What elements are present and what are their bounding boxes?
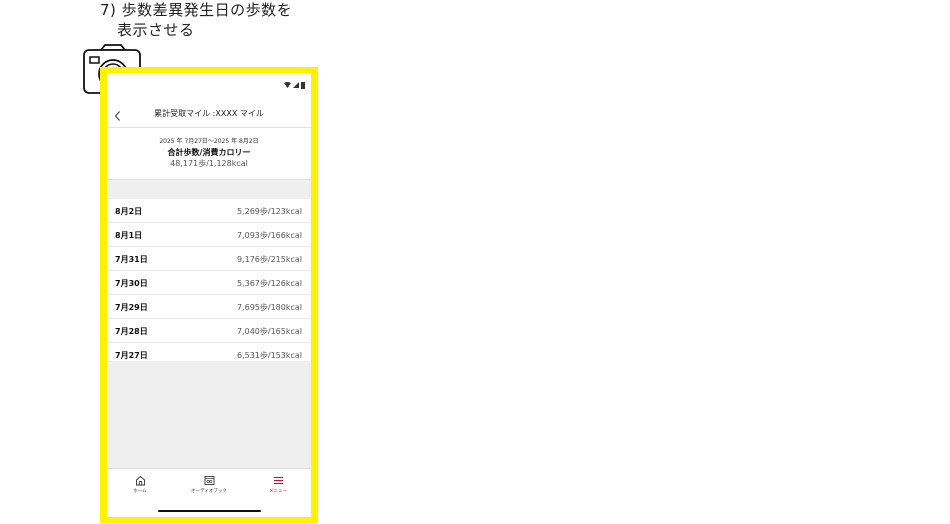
row-value: 7,093歩/166kcal <box>236 231 302 240</box>
row-date: 7月30日 <box>115 279 148 288</box>
tab-menu-label: メニュー <box>269 489 287 494</box>
row-value: 9,176歩/215kcal <box>236 255 302 264</box>
phone-screen: 累計受取マイル :XXXX マイル 2025 年 7月27日～2025 年 8月… <box>107 73 311 517</box>
page-title: 累計受取マイル :XXXX マイル <box>154 109 264 118</box>
list-item: 7月29日 7,695歩/180kcal <box>107 295 311 319</box>
empty-area <box>107 361 311 468</box>
home-icon <box>135 475 145 486</box>
tab-home[interactable]: ホーム <box>110 475 170 494</box>
row-value: 5,269歩/123kcal <box>236 207 302 216</box>
row-date: 7月27日 <box>115 351 148 360</box>
row-date: 8月1日 <box>115 231 143 240</box>
tab-audiobook-label: オーディオブック <box>191 489 227 494</box>
row-value: 6,531歩/153kcal <box>236 351 302 360</box>
summary-label: 合計歩数/消費カロリー <box>167 148 251 157</box>
tab-home-label: ホーム <box>133 489 147 494</box>
list-item: 8月1日 7,093歩/166kcal <box>107 223 311 247</box>
wifi-icon <box>284 82 291 88</box>
tab-audiobook[interactable]: オーディオブック <box>179 475 239 494</box>
menu-icon <box>273 476 283 485</box>
row-value: 7,695歩/180kcal <box>236 303 302 312</box>
row-date: 7月31日 <box>115 255 148 264</box>
daily-steps-list: 8月2日 5,269歩/123kcal 8月1日 7,093歩/166kcal … <box>107 199 311 367</box>
instruction-caption: 7) 歩数差異発生日の歩数を 表示させる <box>100 0 292 40</box>
summary-section: 2025 年 7月27日～2025 年 8月2日 合計歩数/消費カロリー 48,… <box>107 128 311 179</box>
row-value: 7,040歩/165kcal <box>236 327 302 336</box>
home-indicator <box>158 510 261 512</box>
status-bar <box>279 81 305 89</box>
signal-icon <box>293 82 299 88</box>
list-item: 7月31日 9,176歩/215kcal <box>107 247 311 271</box>
row-date: 7月29日 <box>115 303 148 312</box>
tab-menu[interactable]: メニュー <box>248 475 308 494</box>
date-range: 2025 年 7月27日～2025 年 8月2日 <box>159 138 259 145</box>
list-item: 8月2日 5,269歩/123kcal <box>107 199 311 223</box>
caption-line-2: 表示させる <box>117 21 195 39</box>
audiobook-icon <box>204 476 214 485</box>
list-item: 7月28日 7,040歩/165kcal <box>107 319 311 343</box>
row-value: 5,367歩/126kcal <box>236 279 302 288</box>
row-date: 8月2日 <box>115 207 143 216</box>
row-date: 7月28日 <box>115 327 148 336</box>
caption-line-1: 7) 歩数差異発生日の歩数を <box>100 1 293 19</box>
list-item: 7月30日 5,367歩/126kcal <box>107 271 311 295</box>
battery-icon <box>301 81 305 89</box>
screen-header: 累計受取マイル :XXXX マイル <box>107 99 311 128</box>
summary-value: 48,171歩/1,128kcal <box>170 159 248 168</box>
section-divider <box>107 179 311 200</box>
